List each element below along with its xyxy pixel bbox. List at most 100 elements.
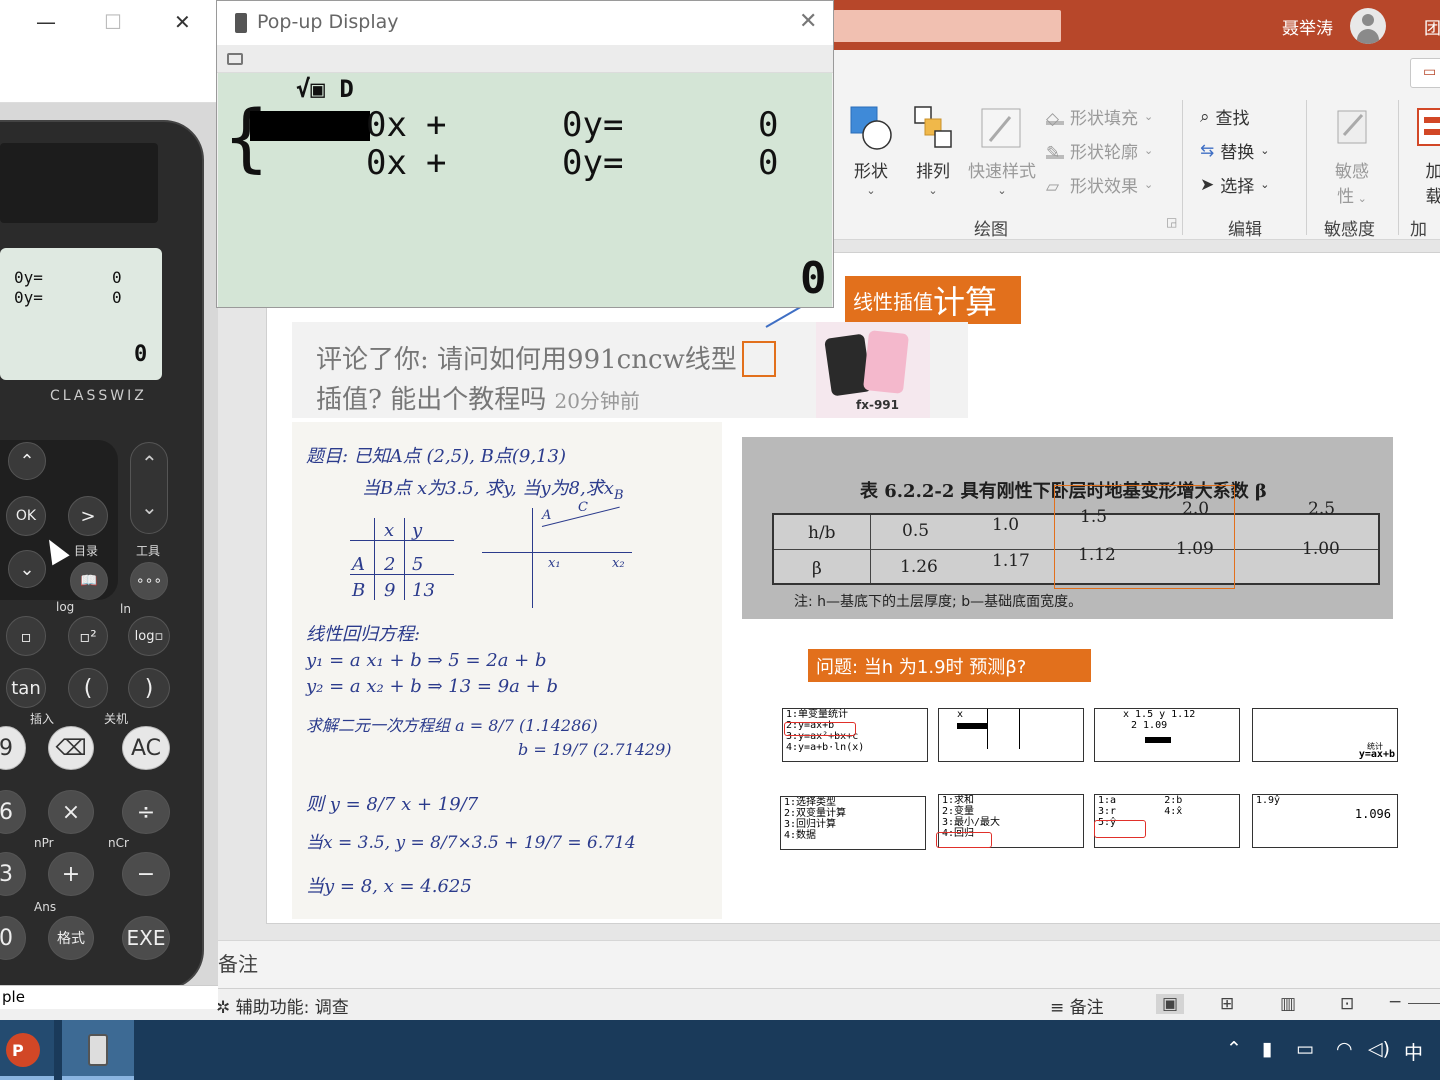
tools-key[interactable]: ∘∘∘	[130, 562, 168, 600]
highlight-rectangle[interactable]	[742, 341, 776, 377]
ribbon-display-options-icon[interactable]: 团	[1424, 14, 1440, 39]
replace-button[interactable]: ⇆ 替换 ⌄	[1200, 138, 1269, 164]
note-line: y₁ = a x₁ + b ⇒ 5 = 2a + b	[306, 650, 547, 671]
screen-line: y=ax+b	[1358, 749, 1395, 760]
close-paren-key[interactable]: )	[128, 668, 170, 708]
calc-screenshot[interactable]: 1:选择类型 2:双变量计算 3:回归计算 4:数据	[780, 796, 926, 850]
calc-screenshot[interactable]: x 1.5 y 1.12 2 1.09	[1094, 708, 1240, 762]
popup-titlebar[interactable]: Pop-up Display ✕	[217, 1, 833, 45]
quick-styles-icon	[981, 108, 1021, 148]
accessibility-status[interactable]: ✲ 辅助功能: 调查	[216, 993, 349, 1018]
slideshow-icon[interactable]: ⊡	[1340, 994, 1354, 1014]
grid-line	[1019, 709, 1020, 749]
usb-device-icon[interactable]: ▮	[1262, 1038, 1272, 1060]
notes-pane[interactable]	[218, 940, 1440, 988]
pen-icon: ✎	[1046, 143, 1064, 163]
slide-title[interactable]: 线性插值 计算	[845, 276, 1021, 324]
down-arrow-key[interactable]: ⌄	[8, 550, 46, 588]
product-image[interactable]: fx-991	[816, 322, 930, 418]
right-arrow-key[interactable]: >	[68, 496, 108, 536]
question-callout[interactable]: 问题: 当h 为1.9时 预测β?	[808, 649, 1091, 682]
notes-placeholder[interactable]: 备注	[218, 948, 258, 977]
select-button[interactable]: ➤ 选择 ⌄	[1200, 172, 1269, 198]
search-box[interactable]	[833, 10, 1061, 42]
speaker-icon[interactable]: ◁)	[1368, 1038, 1390, 1060]
book-row-label: h/b	[808, 523, 836, 543]
exe-key[interactable]: EXE	[122, 916, 170, 960]
square-key[interactable]: ▫²	[68, 616, 108, 656]
up-arrow-key[interactable]: ⌃	[8, 442, 46, 480]
divide-key[interactable]: ÷	[122, 790, 170, 834]
lcd-row-label: 0y=	[14, 288, 43, 307]
note-line: 则 y = 8/7 x + 19/7	[306, 794, 479, 815]
screen-item: 4:x̂	[1164, 806, 1183, 817]
close-icon[interactable]: ✕	[799, 9, 817, 34]
shape-outline-button[interactable]: ✎ 形状轮廓 ⌄	[1046, 138, 1153, 163]
popup-display-window: Pop-up Display ✕ √▣ D { 0x + 0y= 0 0x + …	[216, 0, 834, 308]
zoom-slider[interactable]	[1408, 1003, 1440, 1004]
screen-line: 2 1.09	[1131, 720, 1168, 731]
close-icon[interactable]: ✕	[174, 10, 191, 34]
cursor-icon: ➤	[1200, 174, 1215, 195]
shape-fill-button[interactable]: ◇ 形状填充 ⌄	[1046, 104, 1153, 129]
delete-key[interactable]: ⌫	[48, 726, 94, 770]
addin-button[interactable]: 加 载	[1414, 105, 1440, 207]
log-key[interactable]: log▫	[128, 616, 170, 656]
graph-axis	[482, 552, 632, 553]
quick-styles-button[interactable]: 快速样式 ⌄	[964, 105, 1040, 197]
screen-line: 1.9ŷ	[1256, 795, 1281, 806]
screen-line: 3:最小/最大	[942, 817, 1001, 828]
open-paren-key[interactable]: (	[68, 668, 108, 708]
catalog-key[interactable]: 📖	[70, 562, 108, 600]
plus-key[interactable]: +	[48, 852, 94, 896]
textbook-table-photo[interactable]: 表 6.2.2-2 具有刚性下卧层时地基变形增大系数 β h/b β 0.5 1…	[742, 437, 1393, 619]
arrange-button[interactable]: 排列 ⌄	[908, 105, 958, 197]
user-name[interactable]: 聂举涛	[1282, 14, 1333, 39]
multiply-key[interactable]: ×	[48, 790, 94, 834]
zoom-out-icon[interactable]: −	[1388, 992, 1402, 1012]
handwritten-note-image[interactable]: 题目: 已知A点 (2,5), B点(9,13) 当B点 x为3.5, 求y, …	[292, 422, 722, 919]
notes-toggle-button[interactable]: ≡ 备注	[1050, 993, 1104, 1018]
camera-icon[interactable]	[227, 53, 243, 65]
scroll-keys[interactable]: ⌃ ⌄	[130, 442, 168, 534]
ok-key[interactable]: OK	[6, 496, 46, 536]
shape-fill-label: 形状填充	[1070, 109, 1138, 129]
calc-screenshot[interactable]: 统计 y=ax+b	[1252, 708, 1398, 762]
minus-key[interactable]: −	[122, 852, 170, 896]
log-label: log	[56, 600, 75, 614]
note-cell: A	[352, 554, 365, 575]
wifi-icon[interactable]: ◠	[1336, 1038, 1353, 1060]
group-label-edit: 编辑	[1228, 220, 1262, 240]
find-button[interactable]: ⌕ 查找	[1200, 104, 1250, 130]
tan-key[interactable]: tan	[6, 668, 46, 708]
note-line: y₂ = a x₂ + b ⇒ 13 = 9a + b	[306, 676, 558, 697]
sensitivity-button[interactable]: 敏感 性 ⌄	[1328, 105, 1376, 207]
shape-effect-button[interactable]: ▱ 形状效果 ⌄	[1046, 172, 1153, 198]
note-line: 当B点 x为3.5, 求y, 当y为8,求x	[362, 478, 614, 499]
normal-view-icon[interactable]: ▣	[1156, 994, 1185, 1014]
comments-button[interactable]: ▭	[1410, 58, 1440, 88]
slide-sorter-icon[interactable]: ⊞	[1220, 994, 1234, 1014]
format-key[interactable]: 格式	[48, 916, 94, 960]
shape-button[interactable]: 形状 ⌄	[846, 105, 896, 197]
coefficient-x: 0x	[366, 143, 407, 183]
input-method-indicator[interactable]: 中	[1404, 1038, 1423, 1065]
maximize-icon[interactable]: ☐	[104, 10, 122, 34]
quick-styles-label: 快速样式	[968, 162, 1036, 182]
red-highlight	[1094, 820, 1146, 838]
calc-screenshot[interactable]: x	[938, 708, 1084, 762]
reading-view-icon[interactable]: ▥	[1280, 994, 1296, 1014]
minimize-icon[interactable]: —	[36, 10, 56, 34]
calc-screenshot[interactable]: 1.9ŷ 1.096	[1252, 794, 1398, 848]
chevron-up-icon[interactable]: ⌃	[1226, 1038, 1242, 1060]
table-col-divider	[870, 515, 871, 583]
ac-key[interactable]: AC	[122, 726, 170, 770]
dialog-launcher-icon[interactable]: ◲	[1166, 215, 1177, 229]
calculator-icon	[88, 1034, 108, 1066]
screen-line: 2:变量	[942, 806, 975, 817]
plus-sign: +	[426, 143, 447, 183]
x-inverse-key[interactable]: ▫	[6, 616, 46, 656]
avatar[interactable]	[1350, 8, 1386, 44]
popup-title: Pop-up Display	[257, 11, 399, 33]
battery-icon[interactable]: ▭	[1296, 1038, 1314, 1060]
